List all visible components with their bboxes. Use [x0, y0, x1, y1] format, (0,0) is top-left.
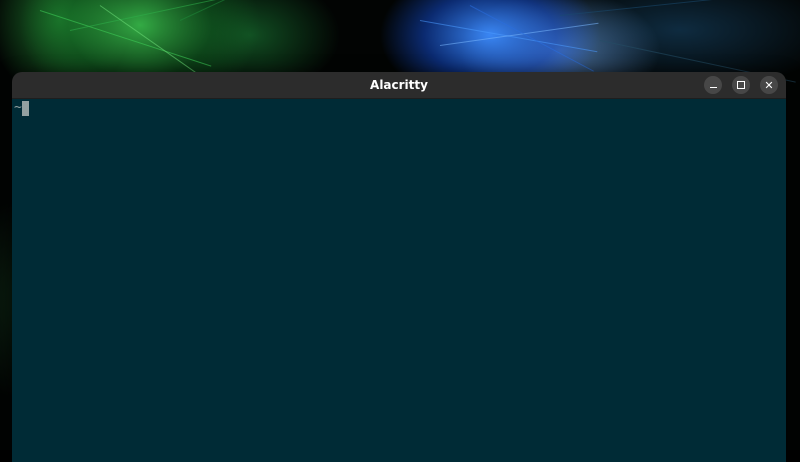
prompt-text: ~	[14, 100, 22, 115]
minimize-button[interactable]	[704, 76, 722, 94]
window-titlebar[interactable]: Alacritty ✕	[12, 72, 786, 99]
maximize-icon	[737, 81, 745, 89]
close-button[interactable]: ✕	[760, 76, 778, 94]
terminal-prompt: ~	[14, 100, 29, 116]
terminal-cursor	[21, 100, 29, 116]
minimize-icon	[709, 87, 717, 88]
maximize-button[interactable]	[732, 76, 750, 94]
close-icon: ✕	[764, 78, 774, 92]
window-title: Alacritty	[370, 78, 428, 92]
terminal-window[interactable]: Alacritty ✕ ~	[12, 72, 786, 462]
terminal-area[interactable]: ~	[12, 99, 786, 462]
